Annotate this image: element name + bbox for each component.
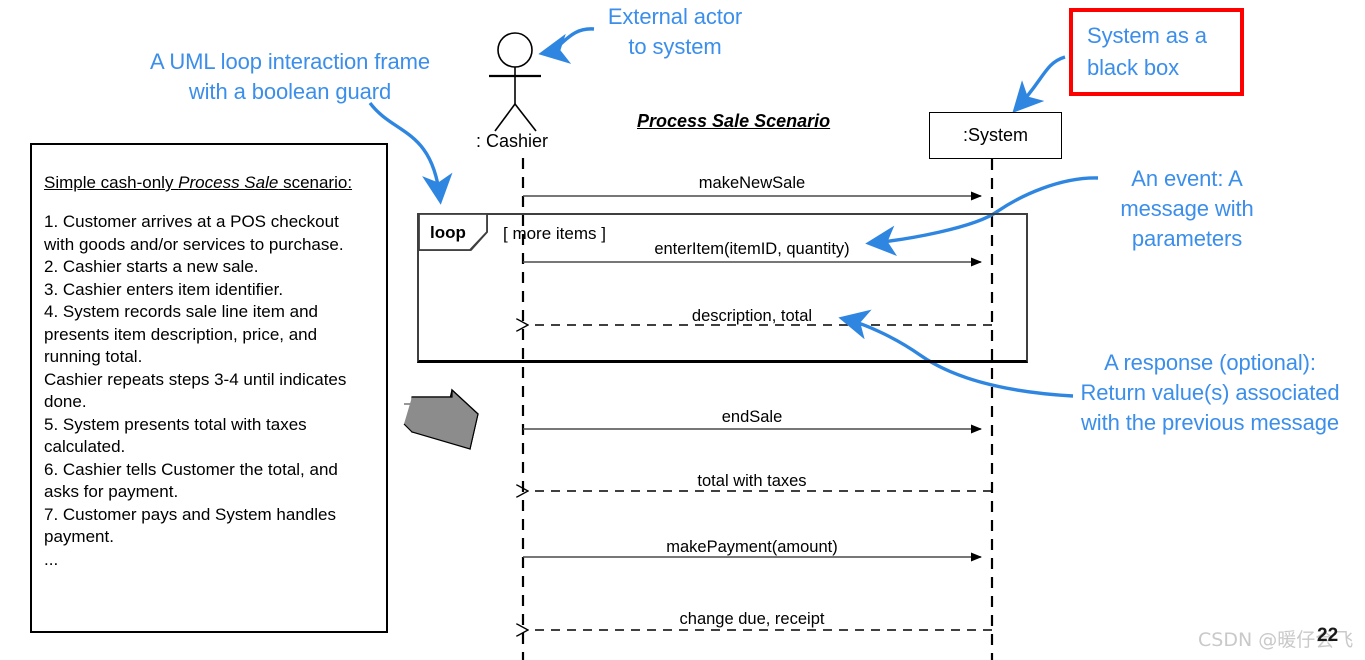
message-label-endSale: endSale (721, 408, 783, 426)
loop-tag-label: loop (430, 223, 466, 242)
annotation-loop-frame-note: A UML loop interaction frame with a bool… (149, 49, 431, 104)
page-number: 22 (1317, 625, 1339, 646)
diagram-canvas: loop [ more items ] Simple cash-only Pro… (0, 0, 1365, 660)
annotation-event-note: An event: A message with parameters (1120, 166, 1254, 251)
scenario-title-prefix: Simple cash-only (44, 173, 179, 192)
scenario-steps-text: 1. Customer arrives at a POS checkout wi… (44, 212, 347, 569)
scenario-text-box: Simple cash-only Process Sale scenario: … (30, 143, 388, 633)
diagram-title: Process Sale Scenario (637, 111, 831, 131)
scenario-title: Simple cash-only Process Sale scenario: (44, 173, 370, 193)
message-label-change-due-receipt: change due, receipt (679, 610, 825, 628)
system-box-label: :System (962, 125, 1028, 145)
actor-label-cashier: : Cashier (476, 131, 549, 151)
message-label-description-total: description, total (691, 307, 813, 325)
annotation-black-box-note: System as a black box (1087, 23, 1207, 80)
annotation-external-actor-note: External actor to system (607, 4, 743, 59)
message-label-makePayment: makePayment(amount) (666, 538, 838, 556)
annotation-response-note: A response (optional): Return value(s) a… (1080, 350, 1340, 435)
black-box-callout: System as a black box (1069, 8, 1244, 96)
message-label-makeNewSale: makeNewSale (698, 174, 806, 192)
message-label-enterItem: enterItem(itemID, quantity) (654, 240, 850, 258)
scenario-title-suffix: scenario: (278, 173, 353, 192)
scenario-title-italic: Process Sale (178, 173, 279, 192)
message-label-total-with-taxes: total with taxes (697, 472, 807, 490)
system-lifeline-box: :System (929, 112, 1062, 159)
